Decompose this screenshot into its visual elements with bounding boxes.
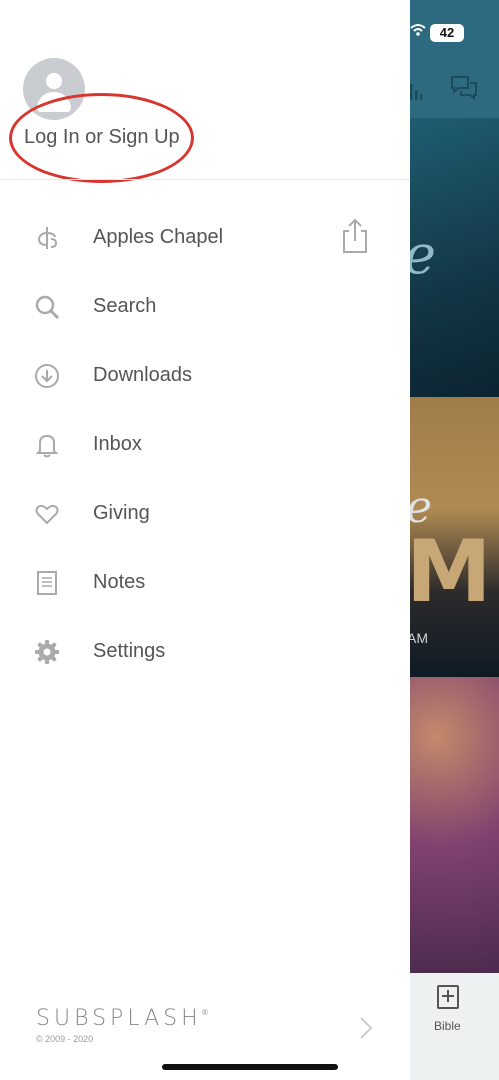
menu-item-label: Search [93,295,157,317]
card2-time: AM [410,630,428,646]
avatar-body [37,92,71,112]
card1-title: e [410,223,436,286]
stats-icon[interactable] [410,82,422,100]
registered-mark: ® [202,1008,208,1017]
home-indicator[interactable] [162,1064,338,1070]
login-signup-link[interactable]: Log In or Sign Up [24,126,180,149]
copyright-text: © 2009 - 2020 [36,1034,94,1044]
menu-item-downloads[interactable]: Downloads [0,341,410,410]
bell-icon [35,434,59,458]
menu-item-label: Apples Chapel [93,226,224,248]
heart-icon [35,504,59,525]
menu-item-search[interactable]: Search [0,272,410,341]
church-logo-icon [37,227,58,249]
gear-icon [35,640,59,664]
menu-item-label: Giving [93,502,150,524]
card2-title: M [410,522,492,622]
tab-bible-label: Bible [434,1019,461,1033]
avatar-head [46,73,62,89]
search-icon [35,295,60,320]
notes-icon [37,571,57,595]
chat-icon[interactable] [450,75,478,101]
media-card-3[interactable] [410,677,499,973]
battery-indicator: 42 [430,24,464,42]
bible-icon [437,985,459,1009]
brand-logo[interactable]: SUBSPLASH [36,1006,202,1031]
media-card-1[interactable]: e [410,118,499,397]
divider [0,179,410,180]
menu-item-label: Inbox [93,433,142,455]
wifi-icon [410,24,426,36]
menu-item-inbox[interactable]: Inbox [0,410,410,479]
menu-item-notes[interactable]: Notes [0,548,410,617]
media-card-2[interactable]: e M AM [410,397,499,677]
tab-bible[interactable]: Bible [410,973,499,1080]
download-icon [35,364,59,388]
menu-item-label: Settings [93,640,166,662]
drawer-menu: Apples Chapel Search Downloads Inbox Giv… [0,203,410,686]
background-header: 42 [410,0,499,118]
chevron-right-icon[interactable] [358,1016,374,1040]
menu-item-settings[interactable]: Settings [0,617,410,686]
side-drawer: Log In or Sign Up Apples Chapel Search D… [0,0,410,1080]
menu-item-giving[interactable]: Giving [0,479,410,548]
menu-item-apples-chapel[interactable]: Apples Chapel [0,203,410,272]
menu-item-label: Downloads [93,364,192,386]
menu-item-label: Notes [93,571,146,593]
avatar[interactable] [23,58,85,120]
background-app: 42 e e M AM Bible [410,0,499,1080]
share-icon[interactable] [340,218,370,254]
